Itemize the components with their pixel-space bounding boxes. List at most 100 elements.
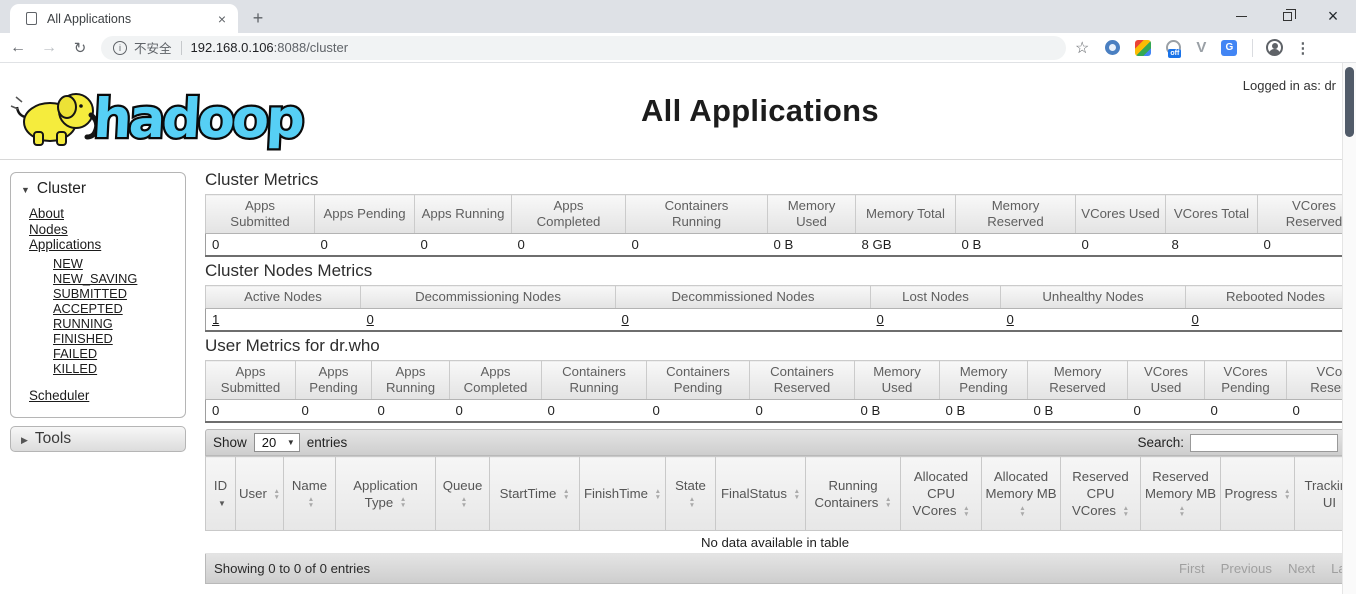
metric-value: 0 <box>372 400 450 423</box>
column-header-name[interactable]: Name <box>284 457 336 531</box>
previous-page-button[interactable]: Previous <box>1213 559 1280 578</box>
active-nodes-link[interactable]: 1 <box>212 312 219 327</box>
cluster-metrics-table-wrap: Apps Submitted Apps Pending Apps Running… <box>205 194 1345 257</box>
sidebar-item-finished[interactable]: FINISHED <box>53 331 185 346</box>
reload-icon[interactable]: ↻ <box>67 39 93 57</box>
sidebar-item-new[interactable]: NEW <box>53 256 185 271</box>
nav-section-tools[interactable]: ▶Tools <box>10 426 186 452</box>
finished-link[interactable]: FINISHED <box>53 331 113 346</box>
url-path: :8088/cluster <box>274 40 348 55</box>
extensions-row: off V G <box>1105 39 1237 56</box>
bookmark-star-icon[interactable]: ☆ <box>1075 38 1089 58</box>
page: hadoop All Applications Logged in as: dr… <box>0 63 1356 594</box>
column-header-allocated-cpu-vcores[interactable]: Allocated CPU VCores <box>901 457 982 531</box>
column-header-running-containers[interactable]: Running Containers <box>806 457 901 531</box>
scheduler-link[interactable]: Scheduler <box>29 388 89 403</box>
column-header-user[interactable]: User <box>236 457 284 531</box>
new-link[interactable]: NEW <box>53 256 83 271</box>
column-header-finalstatus[interactable]: FinalStatus <box>716 457 806 531</box>
submitted-link[interactable]: SUBMITTED <box>53 286 127 301</box>
new-saving-link[interactable]: NEW_SAVING <box>53 271 137 286</box>
empty-table-message: No data available in table <box>205 531 1345 554</box>
sidebar-item-failed[interactable]: FAILED <box>53 346 185 361</box>
column-header-tracking-ui[interactable]: Tracking UI <box>1295 457 1346 531</box>
column-header-allocated-memory-mb[interactable]: Allocated Memory MB <box>982 457 1061 531</box>
nav-section-cluster[interactable]: ▼Cluster <box>11 178 185 202</box>
lightning-extension-icon[interactable] <box>1135 40 1151 56</box>
url-text: 192.168.0.106:8088/cluster <box>191 40 349 55</box>
back-icon[interactable]: ← <box>5 39 31 57</box>
v-extension-icon[interactable]: V <box>1196 39 1206 56</box>
about-link[interactable]: About <box>29 206 64 221</box>
search-input[interactable] <box>1190 434 1338 452</box>
rebooted-nodes-link[interactable]: 0 <box>1192 312 1199 327</box>
metric-value: 8 <box>1166 234 1258 257</box>
scrollbar-track[interactable] <box>1342 63 1356 594</box>
decommissioned-nodes-link[interactable]: 0 <box>622 312 629 327</box>
address-bar[interactable]: i 不安全 192.168.0.106:8088/cluster <box>101 36 1066 60</box>
main-content: Cluster Metrics Apps Submitted Apps Pend… <box>205 170 1345 584</box>
metric-value: 0 <box>296 400 372 423</box>
column-header-application-type[interactable]: Application Type <box>336 457 436 531</box>
chevron-right-icon: ▶ <box>21 435 28 445</box>
close-button[interactable]: × <box>1310 0 1356 33</box>
table-row: 1 0 0 0 0 0 <box>206 309 1346 332</box>
nodes-link[interactable]: Nodes <box>29 222 68 237</box>
metric-value: 1 <box>206 309 361 332</box>
sidebar-item-applications[interactable]: Applications <box>29 237 185 253</box>
sidebar-item-running[interactable]: RUNNING <box>53 316 185 331</box>
sidebar-item-killed[interactable]: KILLED <box>53 361 185 376</box>
column-header: Containers Pending <box>647 361 750 400</box>
tab-close-icon[interactable]: × <box>214 11 230 27</box>
column-header-reserved-cpu-vcores[interactable]: Reserved CPU VCores <box>1061 457 1141 531</box>
sidebar-item-accepted[interactable]: ACCEPTED <box>53 301 185 316</box>
metric-value: 0 <box>415 234 512 257</box>
hadoop-logo: hadoop <box>8 71 318 155</box>
column-header-progress[interactable]: Progress <box>1221 457 1295 531</box>
table-header-row: Active Nodes Decommissioning Nodes Decom… <box>206 286 1346 309</box>
proxy-off-extension-icon[interactable]: off <box>1166 40 1181 55</box>
killed-link[interactable]: KILLED <box>53 361 97 376</box>
unhealthy-nodes-link[interactable]: 0 <box>1007 312 1014 327</box>
scrollbar-thumb[interactable] <box>1345 67 1354 137</box>
page-size-select[interactable]: 20 ▼ <box>254 433 300 452</box>
browser-tab[interactable]: All Applications × <box>10 4 238 33</box>
restore-button[interactable] <box>1264 0 1310 33</box>
column-header-finishtime[interactable]: FinishTime <box>580 457 666 531</box>
column-header-state[interactable]: State <box>666 457 716 531</box>
logged-in-text: Logged in as: dr <box>1243 78 1336 93</box>
sidebar-item-submitted[interactable]: SUBMITTED <box>53 286 185 301</box>
first-page-button[interactable]: First <box>1171 559 1213 578</box>
nodes-metrics-table-wrap: Active Nodes Decommissioning Nodes Decom… <box>205 285 1345 332</box>
column-header-queue[interactable]: Queue <box>436 457 490 531</box>
browser-menu-icon[interactable]: ⋮ <box>1295 39 1310 57</box>
accepted-link[interactable]: ACCEPTED <box>53 301 123 316</box>
sort-icon <box>563 489 569 501</box>
column-header-id[interactable]: ID <box>206 457 236 531</box>
translate-extension-icon[interactable]: G <box>1221 40 1237 56</box>
sidebar-item-scheduler[interactable]: Scheduler <box>29 387 185 405</box>
sidebar-item-about[interactable]: About <box>29 206 185 222</box>
new-tab-button[interactable]: + <box>244 4 272 32</box>
app-state-links: NEW NEW_SAVING SUBMITTED ACCEPTED RUNNIN… <box>11 256 185 376</box>
failed-link[interactable]: FAILED <box>53 346 97 361</box>
lost-nodes-link[interactable]: 0 <box>877 312 884 327</box>
forward-icon[interactable]: → <box>36 39 62 57</box>
chevron-down-icon: ▼ <box>21 185 30 195</box>
decommissioning-nodes-link[interactable]: 0 <box>367 312 374 327</box>
download-manager-extension-icon[interactable] <box>1105 40 1120 55</box>
profile-avatar-icon[interactable] <box>1266 39 1283 56</box>
sidebar-item-nodes[interactable]: Nodes <box>29 222 185 238</box>
sidebar: ▼Cluster About Nodes Applications NEW NE… <box>10 172 186 452</box>
next-page-button[interactable]: Next <box>1280 559 1323 578</box>
applications-link[interactable]: Applications <box>29 237 101 252</box>
info-icon[interactable]: i <box>113 41 127 55</box>
metric-value: 8 GB <box>856 234 956 257</box>
minimize-button[interactable] <box>1218 0 1264 33</box>
table-header-row: Apps Submitted Apps Pending Apps Running… <box>206 361 1346 400</box>
column-header-reserved-memory-mb[interactable]: Reserved Memory MB <box>1141 457 1221 531</box>
column-header: Memory Reserved <box>956 195 1076 234</box>
sidebar-item-new-saving[interactable]: NEW_SAVING <box>53 271 185 286</box>
column-header-starttime[interactable]: StartTime <box>490 457 580 531</box>
running-link[interactable]: RUNNING <box>53 316 113 331</box>
